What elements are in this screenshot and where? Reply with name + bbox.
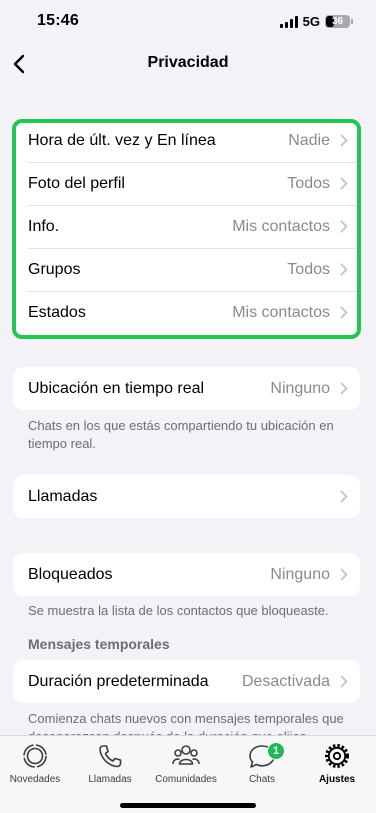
blocked-row[interactable]: Bloqueados Ninguno (13, 553, 360, 596)
row-label: Llamadas (28, 487, 98, 505)
status-indicators: 5G 36 (279, 14, 353, 29)
row-label: Estados (28, 303, 86, 321)
row-value: Todos (287, 260, 330, 278)
row-value: Todos (287, 174, 330, 192)
privacy-row-info[interactable]: Info. Mis contactos (13, 205, 360, 248)
disappearing-section-header: Mensajes temporales (28, 636, 170, 652)
blocked-note: Se muestra la lista de los contactos que… (28, 603, 329, 618)
live-location-row[interactable]: Ubicación en tiempo real Ninguno (13, 367, 360, 410)
tab-updates[interactable]: Novedades (0, 742, 72, 785)
live-location-note: Chats en los que estás compartiendo tu u… (28, 418, 334, 451)
network-type: 5G (302, 14, 320, 29)
row-label: Info. (28, 217, 60, 235)
row-value: Ninguno (270, 379, 330, 397)
tab-label: Comunidades (155, 774, 217, 785)
navigation-bar: Privacidad (0, 44, 376, 84)
row-label: Ubicación en tiempo real (28, 379, 205, 397)
row-label: Duración predeterminada (28, 672, 209, 690)
live-location-group: Ubicación en tiempo real Ninguno (13, 367, 360, 410)
tab-label: Llamadas (88, 774, 132, 785)
battery-percent: 36 (331, 16, 344, 27)
chevron-right-icon (340, 220, 348, 233)
chevron-right-icon (340, 306, 348, 319)
disappearing-group: Duración predeterminada Desactivada (13, 660, 360, 703)
privacy-row-groups[interactable]: Grupos Todos (13, 248, 360, 291)
privacy-settings-group: Hora de últ. vez y En línea Nadie Foto d… (13, 119, 360, 334)
chevron-right-icon (340, 134, 348, 147)
tab-bar: Novedades Llamadas Comunidades 1 Chats A… (0, 735, 376, 813)
row-value: Mis contactos (232, 217, 330, 235)
communities-icon (172, 745, 200, 765)
unread-badge: 1 (267, 742, 285, 760)
tab-label: Novedades (9, 774, 61, 785)
updates-icon (23, 744, 47, 768)
privacy-row-status[interactable]: Estados Mis contactos (13, 291, 360, 334)
chevron-right-icon (340, 177, 348, 190)
tab-chats[interactable]: 1 Chats (225, 742, 299, 785)
default-duration-row[interactable]: Duración predeterminada Desactivada (13, 660, 360, 703)
row-label: Bloqueados (28, 565, 113, 583)
tab-label: Chats (248, 774, 276, 785)
chevron-right-icon (340, 263, 348, 276)
chevron-right-icon (340, 675, 348, 688)
status-bar: 15:46 5G 36 (0, 0, 376, 44)
calls-group: Llamadas (13, 475, 360, 518)
phone-icon (99, 745, 122, 768)
signal-icon (279, 15, 298, 28)
privacy-row-last-seen[interactable]: Hora de últ. vez y En línea Nadie (13, 119, 360, 162)
row-value: Mis contactos (232, 303, 330, 321)
status-time: 15:46 (37, 12, 79, 29)
row-value: Ninguno (270, 565, 330, 583)
tab-communities[interactable]: Comunidades (149, 742, 223, 785)
battery-icon: 36 (325, 15, 353, 28)
chevron-right-icon (340, 568, 348, 581)
privacy-row-profile-photo[interactable]: Foto del perfil Todos (13, 162, 360, 205)
settings-gear-icon (325, 744, 349, 768)
page-title: Privacidad (147, 54, 229, 71)
tab-calls[interactable]: Llamadas (73, 742, 147, 785)
calls-row[interactable]: Llamadas (13, 475, 360, 518)
chevron-right-icon (340, 382, 348, 395)
tab-label: Ajustes (318, 774, 356, 785)
row-value: Nadie (288, 131, 330, 149)
home-indicator (120, 803, 256, 808)
row-label: Foto del perfil (28, 174, 125, 192)
row-label: Grupos (28, 260, 81, 278)
row-label: Hora de últ. vez y En línea (28, 131, 216, 149)
chevron-right-icon (340, 490, 348, 503)
blocked-group: Bloqueados Ninguno (13, 553, 360, 596)
row-value: Desactivada (241, 672, 330, 690)
tab-settings[interactable]: Ajustes (300, 742, 374, 785)
